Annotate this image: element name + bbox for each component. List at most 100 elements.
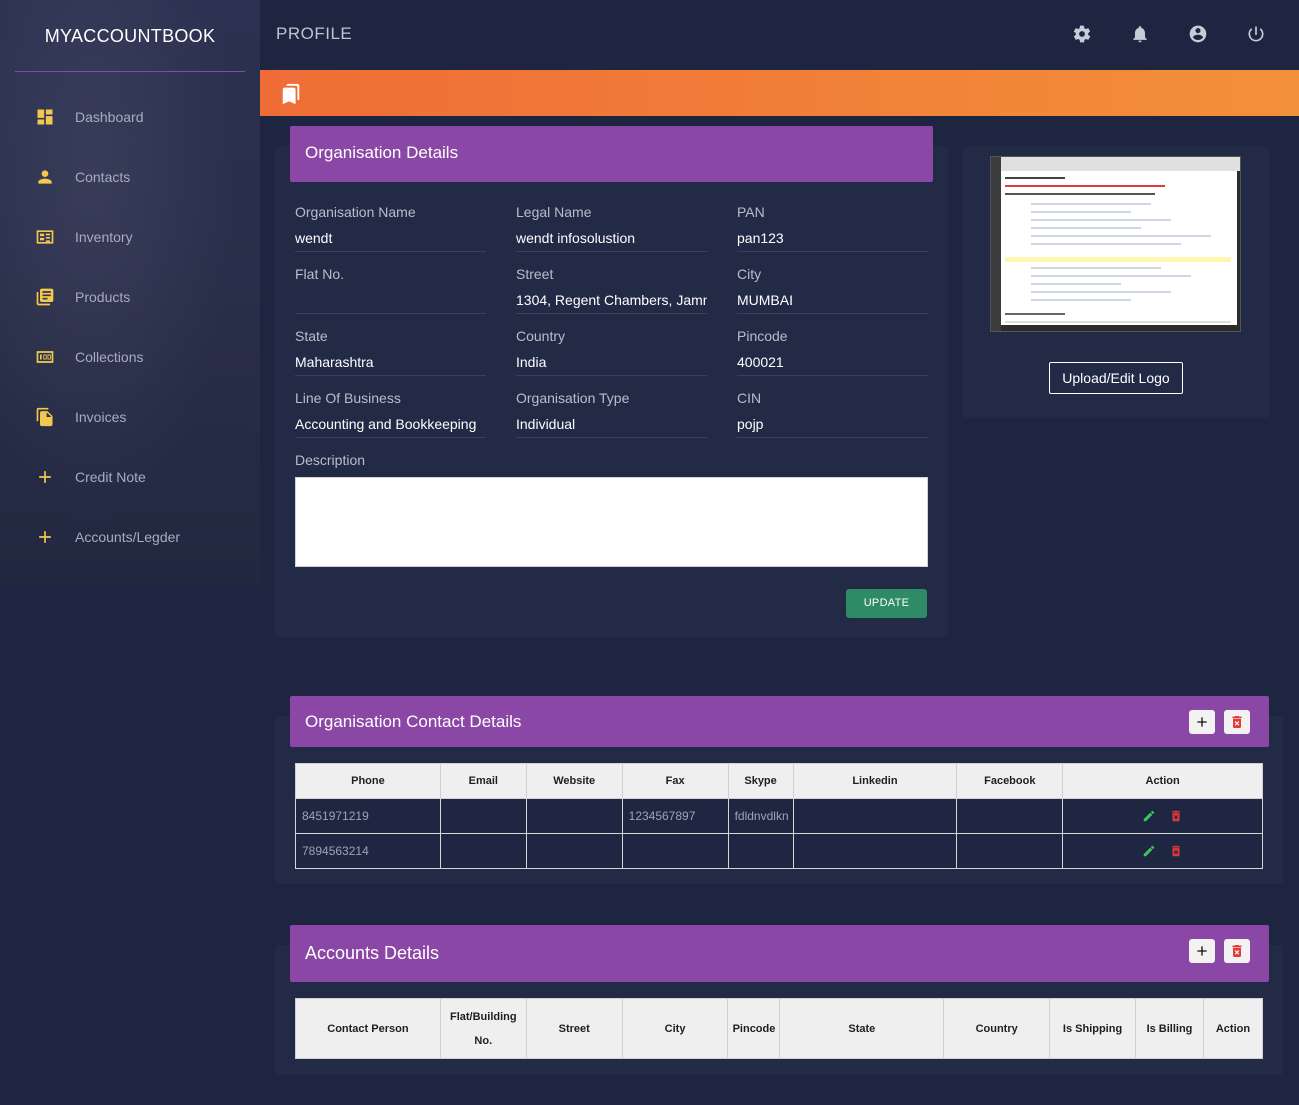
field-value[interactable]: Accounting and Bookkeeping	[295, 416, 486, 438]
sidebar-item-products[interactable]: Products	[0, 267, 260, 327]
city-field[interactable]: City MUMBAI	[737, 266, 928, 314]
delete-trash-icon	[1232, 716, 1242, 728]
pan-field[interactable]: PAN pan123	[737, 204, 928, 252]
plus-icon	[1197, 717, 1207, 727]
description-textarea[interactable]	[295, 477, 928, 567]
field-value[interactable]: Individual	[516, 416, 707, 438]
organisation-details-header: Organisation Details	[290, 126, 933, 182]
country-field[interactable]: Country India	[516, 328, 707, 376]
plus-icon	[35, 527, 55, 547]
table-cell	[727, 833, 794, 869]
field-value[interactable]: pan123	[737, 230, 928, 252]
logo-card: Upload/Edit Logo	[963, 146, 1269, 418]
table-cell	[792, 833, 958, 869]
delete-trash-icon[interactable]	[1169, 809, 1183, 823]
organisation-details-card: Organisation Name wendt Legal Name wendt…	[275, 146, 948, 637]
delete-trash-icon[interactable]	[1169, 844, 1183, 858]
table-cell	[525, 833, 623, 869]
collections-icon	[35, 347, 55, 367]
column-header: Linkedin	[792, 763, 958, 799]
organisation-name-field[interactable]: Organisation Name wendt	[295, 204, 486, 252]
delete-accounts-button[interactable]	[1224, 939, 1250, 963]
table-header-row: Phone Email Website Fax Skype Linkedin F…	[295, 763, 1263, 799]
sidebar-item-label: Products	[75, 289, 131, 305]
table-cell	[525, 798, 623, 834]
field-value[interactable]: 1304, Regent Chambers, Jamn	[516, 292, 707, 314]
edit-pencil-icon[interactable]	[1142, 844, 1156, 858]
sidebar-item-label: Dashboard	[75, 109, 144, 125]
field-label: Pincode	[737, 328, 788, 344]
legal-name-field[interactable]: Legal Name wendt infosolustion	[516, 204, 707, 252]
sidebar-item-label: Inventory	[75, 229, 133, 245]
sidebar-item-label: Invoices	[75, 409, 127, 425]
table-cell	[956, 798, 1064, 834]
bell-icon[interactable]	[1130, 24, 1150, 44]
delete-trash-icon	[1232, 945, 1242, 957]
field-value[interactable]: wendt	[295, 230, 486, 252]
field-value[interactable]: India	[516, 354, 707, 376]
field-label: Line Of Business	[295, 390, 401, 406]
sidebar-item-collections[interactable]: Collections	[0, 327, 260, 387]
inventory-icon	[35, 227, 55, 247]
column-header: Contact Person	[295, 998, 441, 1059]
add-account-button[interactable]	[1189, 939, 1215, 963]
field-value[interactable]	[295, 292, 486, 314]
brand-logo[interactable]: MYACCOUNTBOOK	[15, 0, 245, 72]
contact-details-table: Phone Email Website Fax Skype Linkedin F…	[295, 763, 1263, 869]
bookmarks-icon	[280, 82, 302, 106]
sidebar-nav: Dashboard Contacts Inventory Products Co…	[0, 87, 260, 567]
table-cell	[621, 833, 729, 869]
column-header: Flat/Building No.	[439, 998, 527, 1059]
column-header: Website	[525, 763, 623, 799]
add-contact-button[interactable]	[1189, 710, 1215, 734]
field-value[interactable]: pojp	[737, 416, 928, 438]
page-title: PROFILE	[276, 24, 353, 43]
sidebar-item-label: Credit Note	[75, 469, 146, 485]
field-label: CIN	[737, 390, 762, 406]
pincode-field[interactable]: Pincode 400021	[737, 328, 928, 376]
column-header: Phone	[295, 763, 441, 799]
table-cell: 1234567897	[621, 798, 729, 834]
column-header: Is Billing	[1135, 998, 1204, 1059]
update-button[interactable]: UPDATE	[846, 589, 927, 618]
field-label: Flat No.	[295, 266, 345, 282]
cin-field[interactable]: CIN pojp	[737, 390, 928, 438]
account-circle-icon[interactable]	[1188, 24, 1208, 44]
sidebar-item-inventory[interactable]: Inventory	[0, 207, 260, 267]
column-header: Fax	[621, 763, 729, 799]
description-label: Description	[295, 452, 366, 468]
sidebar-item-dashboard[interactable]: Dashboard	[0, 87, 260, 147]
section-title: Organisation Contact Details	[305, 712, 522, 731]
products-icon	[35, 287, 55, 307]
column-header: State	[779, 998, 945, 1059]
sidebar-item-contacts[interactable]: Contacts	[0, 147, 260, 207]
organisation-type-field[interactable]: Organisation Type Individual	[516, 390, 707, 438]
field-label: Organisation Type	[516, 390, 630, 406]
field-value[interactable]: 400021	[737, 354, 928, 376]
state-field[interactable]: State Maharashtra	[295, 328, 486, 376]
dashboard-icon	[35, 107, 55, 127]
table-cell	[956, 833, 1064, 869]
edit-pencil-icon[interactable]	[1142, 809, 1156, 823]
field-value[interactable]: MUMBAI	[737, 292, 928, 314]
table-header-row: Contact Person Flat/Building No. Street …	[295, 998, 1264, 1059]
flat-no-field[interactable]: Flat No.	[295, 266, 486, 314]
street-field[interactable]: Street 1304, Regent Chambers, Jamn	[516, 266, 707, 314]
line-of-business-field[interactable]: Line Of Business Accounting and Bookkeep…	[295, 390, 486, 438]
column-header: Action	[1062, 763, 1263, 799]
gear-icon[interactable]	[1072, 24, 1092, 44]
sidebar-item-credit-note[interactable]: Credit Note	[0, 447, 260, 507]
delete-contacts-button[interactable]	[1224, 710, 1250, 734]
sidebar-item-accounts-ledger[interactable]: Accounts/Legder	[0, 507, 260, 567]
field-value[interactable]: Maharashtra	[295, 354, 486, 376]
sidebar-item-invoices[interactable]: Invoices	[0, 387, 260, 447]
table-cell	[439, 798, 527, 834]
person-icon	[35, 167, 55, 187]
field-value[interactable]: wendt infosolustion	[516, 230, 707, 252]
plus-icon	[1197, 946, 1207, 956]
section-title: Accounts Details	[305, 943, 440, 963]
upload-edit-logo-button[interactable]: Upload/Edit Logo	[1049, 362, 1183, 394]
table-cell	[792, 798, 958, 834]
power-icon[interactable]	[1246, 24, 1266, 44]
table-cell: 7894563214	[295, 833, 441, 869]
